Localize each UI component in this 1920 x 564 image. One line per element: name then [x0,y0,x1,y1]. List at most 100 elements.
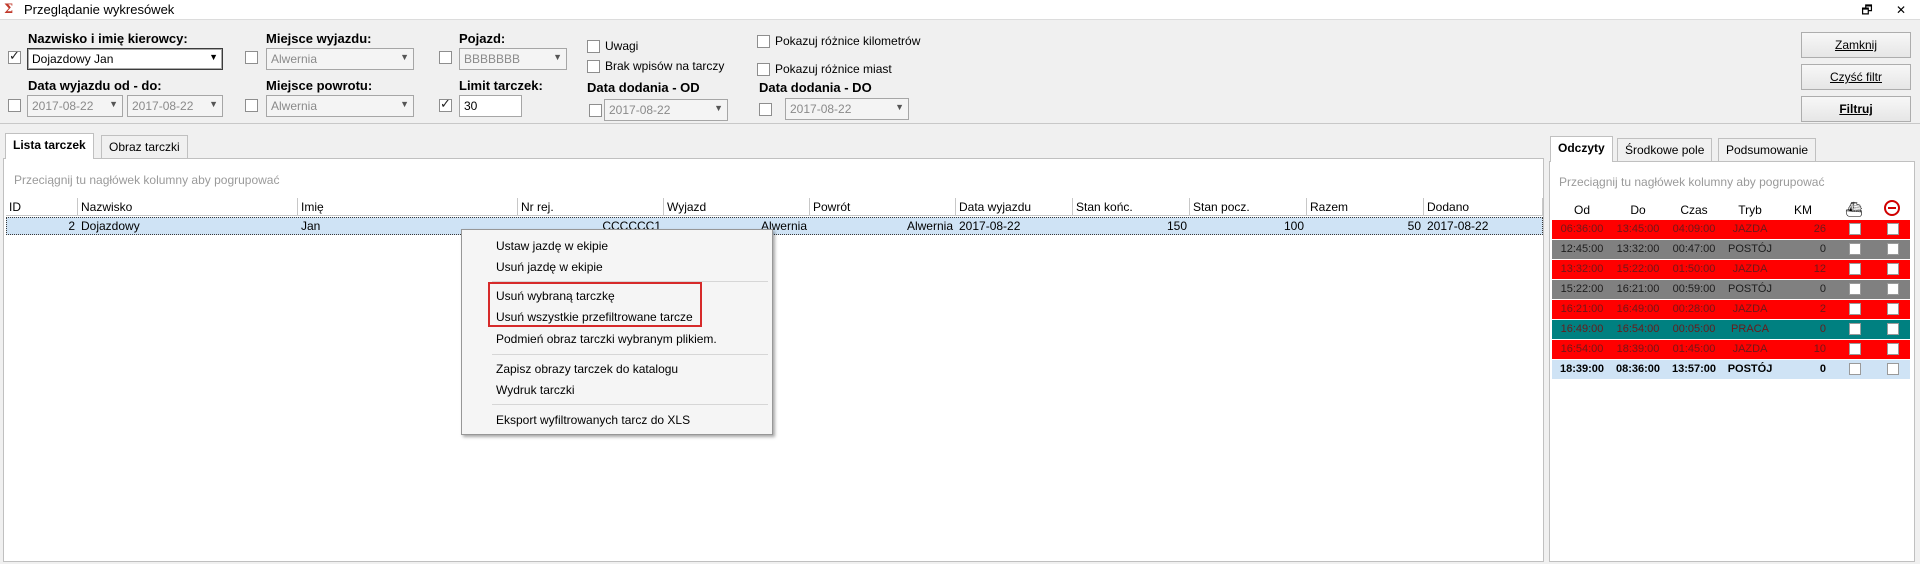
menu-item-export-xls[interactable]: Eksport wyfiltrowanych tarcz do XLS [462,410,772,432]
driver-select[interactable]: Dojazdowy Jan ▼ [27,48,223,70]
no-entry-icon[interactable] [1884,200,1900,216]
ferry-checkbox[interactable] [1849,263,1861,275]
column-header-departure-date[interactable]: Data wyjazdu [956,198,1073,216]
readings-column-km[interactable]: KM [1778,201,1828,218]
chevron-down-icon: ▼ [400,52,409,62]
column-header-start-reading[interactable]: Stan pocz. [1190,198,1307,216]
menu-item-save-disc-images[interactable]: Zapisz obrazy tarczek do katalogu [462,359,772,381]
vehicle-checkbox[interactable] [439,51,452,64]
readings-column-od[interactable]: Od [1554,201,1610,218]
tab-srodkowe-pole[interactable]: Środkowe pole [1617,138,1713,162]
column-header-id[interactable]: ID [6,198,78,216]
date-to-picker[interactable]: 2017-08-22 ▼ [127,95,223,117]
tab-odczyty[interactable]: Odczyty [1550,136,1613,162]
column-header-total[interactable]: Razem [1307,198,1424,216]
readings-cell-tryb: JAZDA [1732,263,1768,275]
menu-item-remove-crew-ride[interactable]: Usuń jazdę w ekipie [462,257,772,279]
menu-item-print-disc[interactable]: Wydruk tarczki [462,380,772,402]
close-icon[interactable]: ✕ [1892,1,1910,19]
tab-obraz-tarczki[interactable]: Obraz tarczki [101,135,188,159]
departure-place-select[interactable]: Alwernia ▼ [266,48,414,70]
added-to-label: Data dodania - DO [759,80,872,95]
group-by-hint: Przeciągnij tu nagłówek kolumny aby pogr… [14,173,280,187]
readings-cell-tryb: JAZDA [1732,303,1768,315]
show-km-diff-checkbox[interactable] [757,35,770,48]
ferry-checkbox[interactable] [1849,223,1861,235]
ferry-checkbox[interactable] [1849,343,1861,355]
chevron-down-icon: ▼ [209,99,218,109]
ship-icon[interactable]: ⛴ [1845,201,1863,218]
exclude-checkbox[interactable] [1887,323,1899,335]
chevron-down-icon: ▼ [209,52,218,62]
clear-filter-button[interactable]: Czyść filtr [1801,64,1911,90]
ferry-checkbox[interactable] [1849,283,1861,295]
departure-date-label: Data wyjazdu od - do: [28,78,162,93]
ferry-checkbox[interactable] [1849,303,1861,315]
exclude-checkbox[interactable] [1887,263,1899,275]
column-header-last-name[interactable]: Nazwisko [78,198,298,216]
exclude-checkbox[interactable] [1887,343,1899,355]
close-button[interactable]: Zamknij [1801,32,1911,58]
departure-date-checkbox[interactable] [8,99,21,112]
readings-column-do[interactable]: Do [1610,201,1666,218]
added-from-label: Data dodania - OD [587,80,700,95]
exclude-checkbox[interactable] [1887,243,1899,255]
readings-cell-tryb: PRACA [1731,323,1769,335]
cell-added: 2017-08-22 [1427,219,1489,233]
exclude-checkbox[interactable] [1887,303,1899,315]
readings-cell-do: 13:45:00 [1616,223,1660,235]
restore-icon[interactable]: 🗗 [1858,1,1876,19]
show-city-diff-checkbox[interactable] [757,63,770,76]
readings-cell-czas: 00:05:00 [1672,323,1716,335]
added-from-picker[interactable]: 2017-08-22 ▼ [604,99,728,121]
added-to-checkbox[interactable] [759,103,772,116]
column-header-departure[interactable]: Wyjazd [664,198,810,216]
return-place-select[interactable]: Alwernia ▼ [266,95,414,117]
exclude-checkbox[interactable] [1887,363,1899,375]
departure-place-checkbox[interactable] [245,51,258,64]
vehicle-select[interactable]: BBBBBBB ▼ [459,48,567,70]
remarks-label: Uwagi [605,39,639,53]
return-place-value: Alwernia [271,99,318,113]
column-header-added[interactable]: Dodano [1424,198,1543,216]
readings-column-tryb[interactable]: Tryb [1722,201,1778,218]
limit-checkbox[interactable] [439,97,452,112]
no-entries-label: Brak wpisów na tarczy [605,59,725,73]
tab-lista-tarczek[interactable]: Lista tarczek [5,133,94,159]
return-place-checkbox[interactable] [245,99,258,112]
limit-label: Limit tarczek: [459,78,543,93]
highlight-box [488,282,702,327]
menu-item-set-crew-ride[interactable]: Ustaw jazdę w ekipie [462,236,772,258]
column-header-first-name[interactable]: Imię [298,198,518,216]
readings-cell-czas: 01:50:00 [1672,263,1716,275]
menu-item-replace-disc-image[interactable]: Podmień obraz tarczki wybranym plikiem. [462,329,772,351]
app-icon: Σ [4,2,14,17]
exclude-checkbox[interactable] [1887,283,1899,295]
limit-input[interactable]: 30 [459,95,522,117]
added-to-picker[interactable]: 2017-08-22 ▼ [785,98,909,120]
readings-cell-do: 16:21:00 [1616,283,1660,295]
window-title: Przeglądanie wykresówek [24,2,175,17]
column-header-reg-number[interactable]: Nr rej. [518,198,664,216]
readings-column-czas[interactable]: Czas [1666,201,1722,218]
date-from-value: 2017-08-22 [32,99,94,113]
filter-button[interactable]: Filtruj [1801,96,1911,122]
added-from-checkbox[interactable] [589,104,602,117]
cell-id: 2 [68,219,75,233]
date-from-picker[interactable]: 2017-08-22 ▼ [27,95,123,117]
tab-podsumowanie[interactable]: Podsumowanie [1718,138,1817,162]
context-menu: Ustaw jazdę w ekipie Usuń jazdę w ekipie… [461,229,773,435]
readings-cell-od: 18:39:00 [1559,363,1605,375]
column-header-end-reading[interactable]: Stan końc. [1073,198,1190,216]
remarks-checkbox[interactable] [587,40,600,53]
menu-separator [492,404,768,405]
driver-filter-checkbox[interactable] [8,49,21,64]
ferry-checkbox[interactable] [1849,323,1861,335]
exclude-checkbox[interactable] [1887,223,1899,235]
ferry-checkbox[interactable] [1849,363,1861,375]
readings-cell-od: 15:22:00 [1560,283,1604,295]
column-header-return[interactable]: Powrót [810,198,956,216]
date-to-value: 2017-08-22 [132,99,194,113]
no-entries-checkbox[interactable] [587,60,600,73]
ferry-checkbox[interactable] [1849,243,1861,255]
